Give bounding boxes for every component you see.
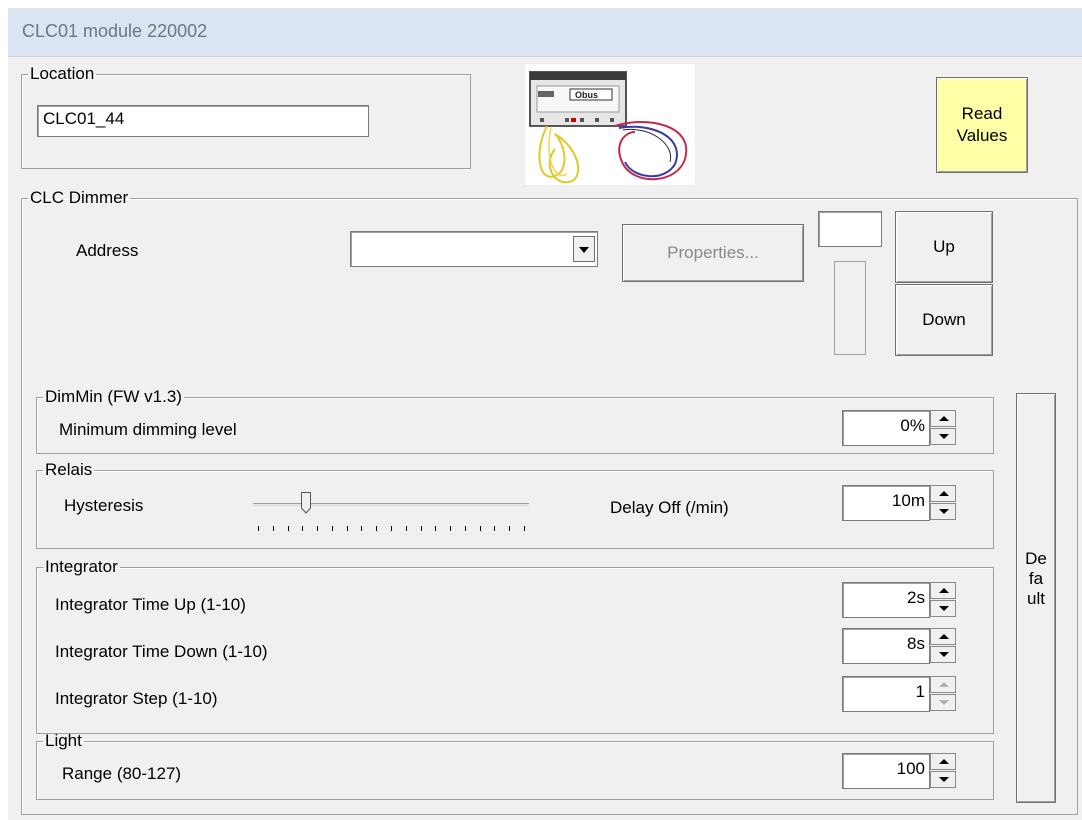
slider-track: [253, 503, 529, 508]
integrator-time-down-spinner[interactable]: [930, 628, 956, 664]
module-window: CLC01 module 220002 Location CLC01_44 Ob…: [8, 8, 1082, 820]
arrow-up-icon: [939, 759, 949, 764]
range-label: Range (80-127): [62, 764, 182, 783]
spin-up-button[interactable]: [930, 628, 956, 645]
location-legend: Location: [30, 64, 95, 83]
delay-off-input[interactable]: 10m: [842, 485, 930, 521]
slider-tick: [391, 526, 392, 531]
arrow-up-icon: [939, 416, 949, 421]
slider-tick: [317, 526, 319, 531]
delay-off-label: Delay Off (/min): [610, 498, 729, 517]
relais-legend: Relais: [45, 460, 93, 479]
arrow-down-icon: [939, 652, 949, 657]
address-label: Address: [76, 241, 139, 260]
arrow-up-icon: [939, 491, 949, 496]
integrator-time-up-label: Integrator Time Up (1-10): [55, 595, 246, 614]
delay-off-spinner[interactable]: [930, 485, 956, 521]
spin-up-button[interactable]: [930, 485, 956, 502]
arrow-down-icon: [939, 434, 949, 439]
slider-thumb[interactable]: [300, 492, 311, 514]
integrator-step-input[interactable]: 1: [842, 676, 930, 712]
spin-down-button[interactable]: [930, 600, 956, 617]
spin-up-button[interactable]: [930, 410, 956, 427]
range-input[interactable]: 100: [842, 753, 930, 789]
slider-tick: [494, 526, 496, 531]
range-spinner[interactable]: [930, 753, 956, 789]
integrator-step-spinner[interactable]: [930, 676, 956, 712]
address-select[interactable]: [350, 231, 598, 267]
slider-tick: [331, 526, 333, 531]
slider-tick: [479, 526, 481, 531]
arrow-down-icon: [939, 606, 949, 611]
down-button[interactable]: Down: [895, 284, 993, 356]
default-label: Default: [1025, 549, 1047, 608]
slider-tick: [287, 526, 289, 531]
slider-tick: [509, 526, 511, 531]
spin-down-button[interactable]: [930, 428, 956, 445]
dimmin-legend: DimMin (FW v1.3): [45, 387, 182, 406]
integrator-time-down-label: Integrator Time Down (1-10): [55, 642, 268, 661]
light-legend: Light: [45, 731, 82, 750]
spin-down-button[interactable]: [930, 646, 956, 663]
address-dropdown-button[interactable]: [573, 236, 595, 262]
spin-up-button[interactable]: [930, 753, 956, 770]
hysteresis-label: Hysteresis: [64, 496, 144, 515]
spin-down-button[interactable]: [930, 771, 956, 788]
integrator-time-down-input[interactable]: 8s: [842, 628, 930, 664]
window-title: CLC01 module 220002: [22, 21, 208, 41]
slider-tick: [435, 526, 437, 531]
arrow-down-icon: [939, 777, 949, 782]
slider-ticks: [258, 526, 525, 531]
title-bar: CLC01 module 220002: [8, 8, 1082, 57]
arrow-up-icon: [939, 588, 949, 593]
integrator-time-up-spinner[interactable]: [930, 582, 956, 618]
device-brand: Obus: [575, 90, 598, 100]
integrator-time-up-input[interactable]: 2s: [842, 582, 930, 618]
spin-up-button[interactable]: [930, 676, 956, 693]
slider-tick: [272, 526, 274, 531]
integrator-legend: Integrator: [45, 557, 118, 576]
slider-tick: [420, 526, 422, 531]
min-dimming-spinner[interactable]: [930, 410, 956, 446]
location-input[interactable]: CLC01_44: [37, 105, 369, 137]
read-values-button[interactable]: Read Values: [936, 77, 1028, 173]
clc-dimmer-legend: CLC Dimmer: [30, 188, 129, 207]
default-button[interactable]: Default: [1016, 393, 1056, 803]
arrow-down-icon: [939, 700, 949, 705]
integrator-step-label: Integrator Step (1-10): [55, 689, 218, 708]
spin-down-button[interactable]: [930, 503, 956, 520]
hysteresis-slider[interactable]: [253, 488, 535, 538]
up-button[interactable]: Up: [895, 211, 993, 283]
arrow-up-icon: [939, 634, 949, 639]
dimmer-level-bar: [834, 261, 866, 355]
arrow-up-icon: [939, 682, 949, 687]
device-image: Obus: [525, 64, 695, 185]
slider-tick: [258, 526, 259, 531]
slider-tick: [376, 526, 378, 531]
slider-tick: [450, 526, 452, 531]
dimmer-value-box: [818, 211, 882, 247]
min-dimming-input[interactable]: 0%: [842, 410, 930, 446]
slider-tick: [524, 526, 525, 531]
min-dimming-label: Minimum dimming level: [59, 420, 237, 439]
spin-down-button[interactable]: [930, 694, 956, 711]
properties-button[interactable]: Properties...: [622, 224, 804, 282]
arrow-down-icon: [939, 509, 949, 514]
slider-tick: [361, 526, 363, 531]
slider-tick: [302, 526, 304, 531]
slider-tick: [464, 526, 466, 531]
chevron-down-icon: [579, 247, 589, 253]
slider-tick: [346, 526, 348, 531]
spin-up-button[interactable]: [930, 582, 956, 599]
slider-tick: [405, 526, 407, 531]
